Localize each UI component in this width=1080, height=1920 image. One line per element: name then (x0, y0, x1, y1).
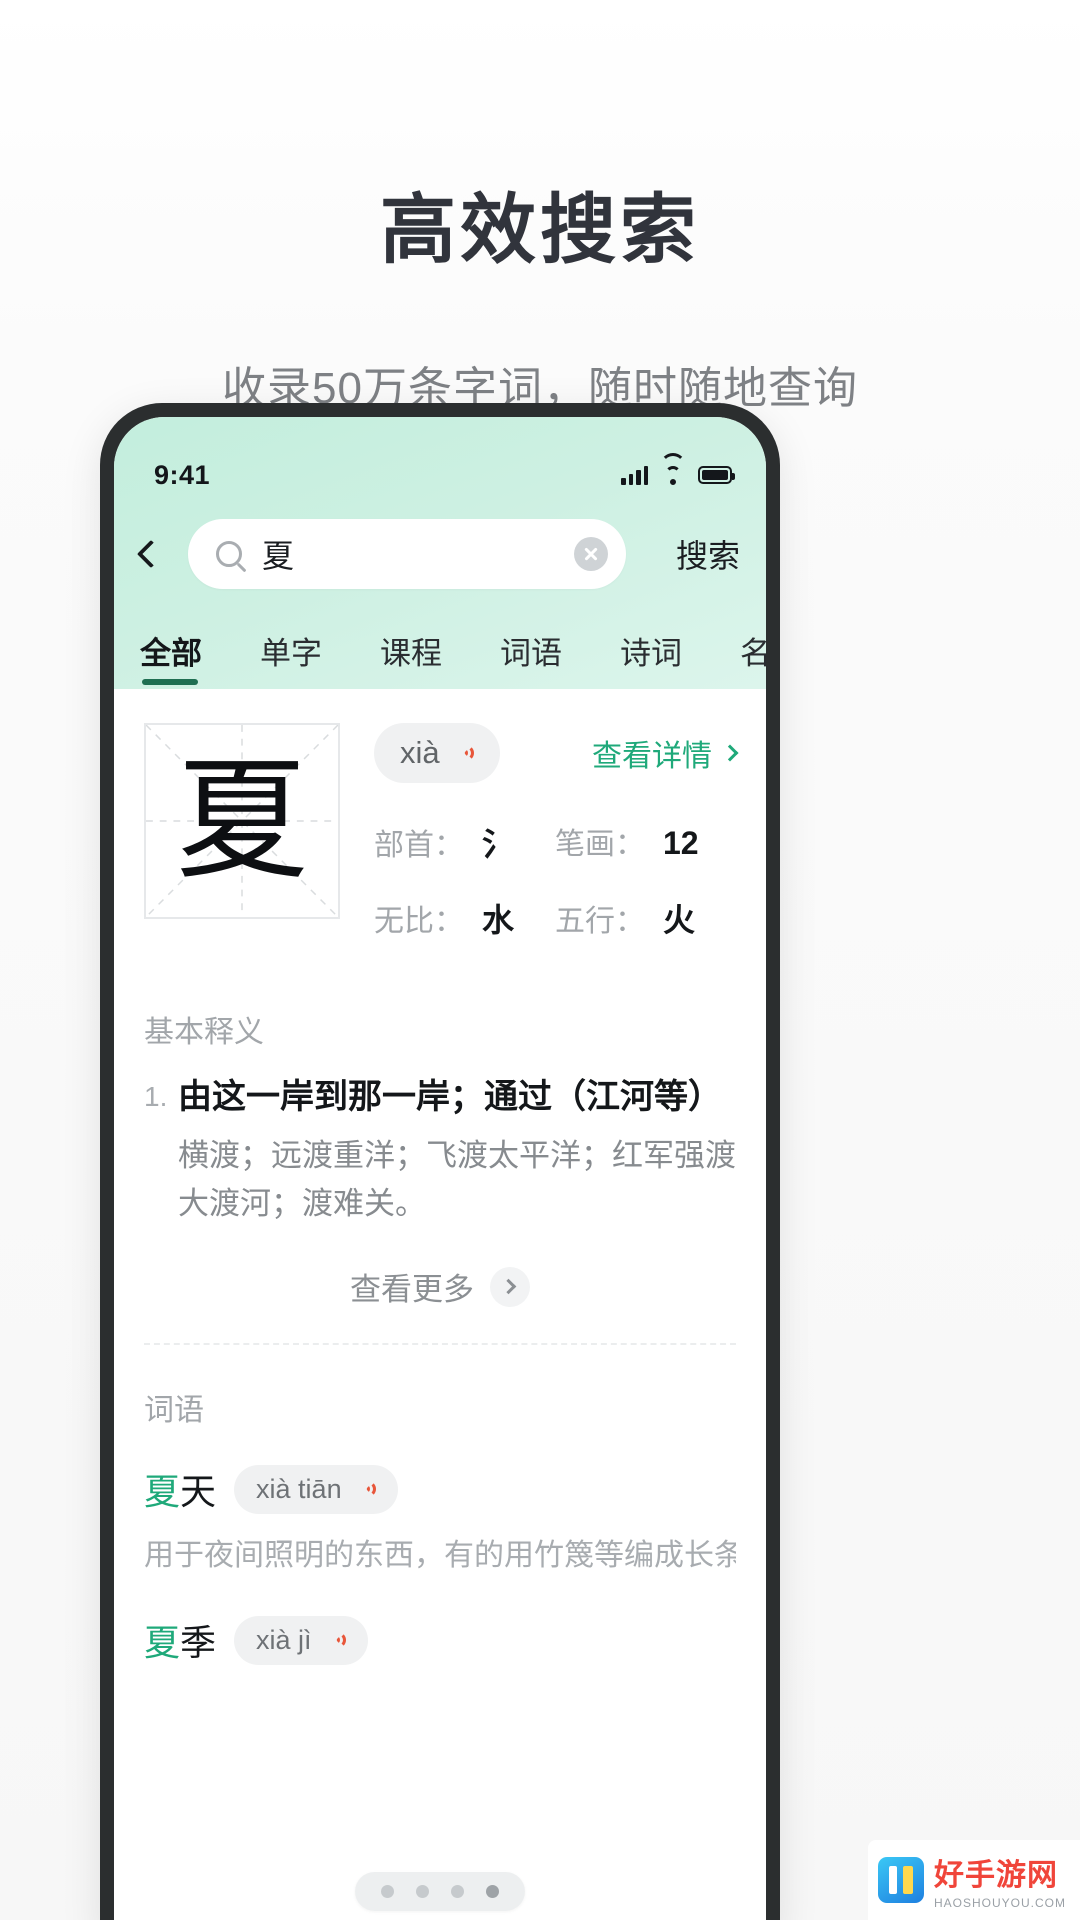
tab-single-char[interactable]: 单字 (260, 628, 322, 689)
definition-headline: 由这一岸到那一岸；通过（江河等） (178, 1078, 722, 1116)
status-time: 9:41 (154, 459, 211, 490)
meta-label: 无比： (374, 905, 464, 938)
word-description: 用于夜间照明的东西，有的用竹篾等编成长条，有… (144, 1539, 736, 1573)
word-title: 夏季 (144, 1614, 216, 1666)
battery-full-icon (698, 466, 735, 484)
view-more-button[interactable]: 查看更多 (114, 1228, 766, 1339)
tab-poetry[interactable]: 诗词 (620, 628, 682, 689)
pagination-dot-active[interactable] (486, 1885, 499, 1898)
word-pinyin-text: xià tiān (256, 1473, 342, 1504)
promo-page: 高效搜索 收录50万条字词，随时随地查询 9:41 夏 搜索 全部 单字 课程 … (0, 0, 1080, 1920)
word-head: 夏季 xià jì (144, 1608, 736, 1666)
character-glyph: 夏 (176, 744, 308, 898)
search-button[interactable]: 搜索 (650, 531, 766, 577)
word-head: 夏天 xià tiān (144, 1457, 736, 1515)
tab-words[interactable]: 词语 (500, 628, 562, 689)
search-value: 夏 (262, 538, 295, 574)
tab-famous-quotes[interactable]: 名人名言 (740, 628, 766, 689)
sound-icon[interactable] (324, 1629, 346, 1651)
meta-row: 无比： 水 五行： 火 (374, 895, 736, 941)
words-section-title: 词语 (144, 1394, 204, 1428)
pinyin-row: xià 查看详情 (374, 723, 739, 783)
list-item[interactable]: 夏季 xià jì (114, 1578, 766, 1666)
search-results: 夏 xià 查看详情 部首： 氵 笔画： 12 无比： 水 五行： 火 基本释义… (114, 689, 766, 1667)
meta-wubi: 无比： 水 (374, 895, 555, 941)
chevron-right-icon (721, 744, 739, 762)
tab-course[interactable]: 课程 (380, 628, 442, 689)
definition-detail: 横渡；远渡重洋；飞渡太平洋；红军强渡大渡河；渡难关。 (178, 1138, 736, 1222)
sound-icon[interactable] (452, 742, 474, 764)
logo-icon (877, 1857, 924, 1903)
meta-row: 部首： 氵 笔画： 12 (374, 819, 736, 865)
meta-label: 五行： (555, 905, 645, 938)
word-pinyin-text: xià jì (256, 1624, 312, 1655)
word-pinyin-badge[interactable]: xià jì (234, 1615, 368, 1665)
meta-label: 部首： (374, 829, 464, 862)
word-rest: 季 (180, 1622, 217, 1664)
watermark-main: 好手游网 (933, 1859, 1058, 1892)
tab-all[interactable]: 全部 (140, 628, 202, 689)
signal-bars-icon (621, 465, 648, 485)
meta-value: 氵 (482, 826, 515, 862)
definition-item: 1. 由这一岸到那一岸；通过（江河等） 横渡；远渡重洋；飞渡太平洋；红军强渡大渡… (114, 1051, 766, 1228)
pinyin-text: xià (400, 735, 440, 770)
definition-body: 由这一岸到那一岸；通过（江河等） 横渡；远渡重洋；飞渡太平洋；红军强渡大渡河；渡… (178, 1073, 736, 1228)
chevron-right-icon (490, 1266, 530, 1307)
word-pinyin-badge[interactable]: xià tiān (234, 1464, 398, 1514)
meta-strokes: 笔画： 12 (555, 819, 736, 865)
back-chevron-icon (136, 539, 166, 569)
status-bar: 9:41 (114, 453, 766, 497)
meta-label: 笔画： (555, 828, 645, 861)
word-highlight: 夏 (144, 1471, 181, 1513)
view-detail-link[interactable]: 查看详情 (592, 731, 739, 775)
status-icons (621, 453, 735, 485)
definitions-section-title: 基本释义 (144, 1016, 264, 1049)
character-grid: 夏 (144, 723, 340, 919)
wifi-icon (660, 453, 686, 485)
watermark-sub: HAOSHOUYOU.COM (933, 1896, 1066, 1910)
watermark: 好手游网 HAOSHOUYOU.COM (867, 1840, 1080, 1920)
meta-radical: 部首： 氵 (374, 819, 555, 865)
definition-number: 1. (144, 1081, 168, 1112)
view-more-label: 查看更多 (350, 1272, 474, 1308)
pagination-dot[interactable] (451, 1885, 464, 1898)
word-rest: 天 (180, 1471, 217, 1513)
view-detail-label: 查看详情 (592, 740, 712, 773)
pagination-dot[interactable] (381, 1885, 394, 1898)
sound-icon[interactable] (354, 1478, 376, 1500)
search-row: 夏 搜索 (114, 497, 766, 615)
word-title: 夏天 (144, 1463, 216, 1515)
list-item[interactable]: 夏天 xià tiān 用于夜间照明的东西，有的用竹篾等编成长条，有… (114, 1429, 766, 1578)
app-header: 9:41 夏 搜索 全部 单字 课程 词语 诗词 名 (114, 417, 766, 689)
pagination-dots[interactable] (355, 1872, 525, 1911)
meta-value: 12 (663, 825, 699, 861)
tab-bar: 全部 单字 课程 词语 诗词 名人名言 (114, 615, 766, 689)
page-title: 高效搜索 (380, 188, 700, 273)
search-input[interactable]: 夏 (188, 519, 626, 589)
character-info: xià 查看详情 部首： 氵 笔画： 12 无比： 水 五行： 火 (340, 723, 739, 971)
character-card: 夏 xià 查看详情 部首： 氵 笔画： 12 无比： 水 五行： 火 (114, 689, 766, 981)
character-meta: 部首： 氵 笔画： 12 无比： 水 五行： 火 (374, 819, 736, 941)
meta-value: 水 (482, 902, 515, 938)
pagination-dot[interactable] (416, 1885, 429, 1898)
clear-circle-icon[interactable] (574, 537, 608, 571)
back-button[interactable] (114, 539, 188, 569)
word-highlight: 夏 (144, 1622, 181, 1664)
meta-value: 火 (663, 902, 696, 938)
search-icon (216, 541, 242, 567)
meta-wuxing: 五行： 火 (555, 895, 736, 941)
watermark-text: 好手游网 HAOSHOUYOU.COM (934, 1850, 1066, 1910)
phone-frame: 9:41 夏 搜索 全部 单字 课程 词语 诗词 名 夏 xià 查看详情 部首… (100, 403, 780, 1920)
pinyin-badge[interactable]: xià (374, 723, 500, 783)
phone-screen: 9:41 夏 搜索 全部 单字 课程 词语 诗词 名 夏 xià 查看详情 部首… (114, 417, 766, 1920)
